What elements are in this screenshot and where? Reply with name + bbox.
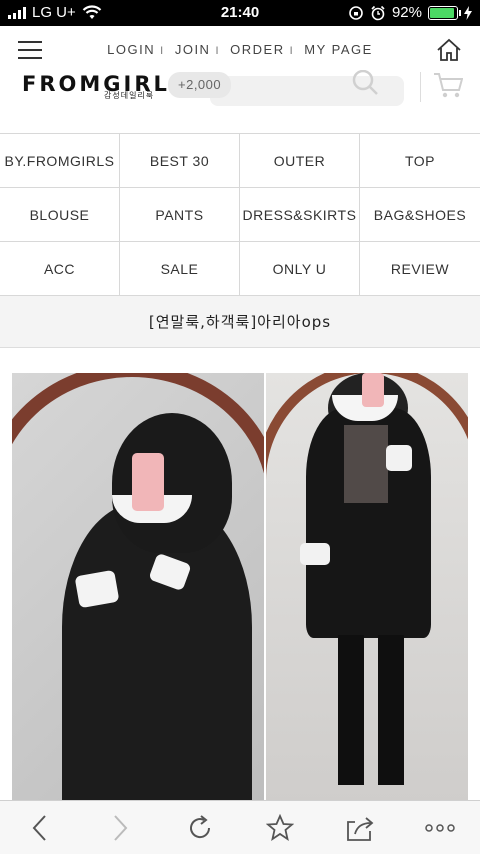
brand-tagline: 감성데일리룩 bbox=[104, 91, 155, 100]
category-blouse[interactable]: BLOUSE bbox=[0, 188, 120, 241]
category-review[interactable]: REVIEW bbox=[360, 242, 480, 295]
alarm-icon bbox=[371, 5, 385, 20]
category-dress-skirts[interactable]: DRESS&SKIRTS bbox=[240, 188, 360, 241]
browser-toolbar bbox=[0, 800, 480, 854]
product-image[interactable] bbox=[12, 373, 468, 803]
battery-percent: 92% bbox=[391, 4, 422, 21]
category-bag-shoes[interactable]: BAG&SHOES bbox=[360, 188, 480, 241]
top-nav: LOGIN I JOIN I ORDER I MY PAGE bbox=[0, 26, 480, 76]
product-photo-left bbox=[12, 373, 264, 803]
points-badge: +2,000 bbox=[168, 72, 232, 98]
product-title: [연말룩,하객룩]아리아ops bbox=[148, 313, 332, 331]
category-top[interactable]: TOP bbox=[360, 134, 480, 187]
home-icon[interactable] bbox=[436, 38, 462, 62]
category-row: ACC SALE ONLY U REVIEW bbox=[0, 242, 480, 296]
bookmark-star-icon[interactable] bbox=[260, 808, 300, 848]
category-sale[interactable]: SALE bbox=[120, 242, 240, 295]
divider bbox=[420, 72, 421, 102]
forward-icon[interactable] bbox=[100, 808, 140, 848]
orientation-lock-icon bbox=[349, 5, 363, 20]
category-by-fromgirls[interactable]: BY.FROMGIRLS bbox=[0, 134, 120, 187]
category-best-30[interactable]: BEST 30 bbox=[120, 134, 240, 187]
back-icon[interactable] bbox=[20, 808, 60, 848]
category-only-u[interactable]: ONLY U bbox=[240, 242, 360, 295]
category-acc[interactable]: ACC bbox=[0, 242, 120, 295]
category-row: BY.FROMGIRLS BEST 30 OUTER TOP bbox=[0, 134, 480, 188]
brand-bar: FROMGIRLS 감성데일리룩 +2,000 bbox=[0, 70, 480, 132]
account-links: LOGIN I JOIN I ORDER I MY PAGE bbox=[0, 42, 480, 57]
more-icon[interactable] bbox=[420, 808, 460, 848]
battery-icon bbox=[428, 5, 461, 20]
join-link[interactable]: JOIN bbox=[170, 42, 216, 57]
order-link[interactable]: ORDER bbox=[225, 42, 289, 57]
status-right: 92% bbox=[348, 4, 472, 21]
product-photo-right bbox=[266, 373, 468, 803]
share-icon[interactable] bbox=[340, 808, 380, 848]
login-link[interactable]: LOGIN bbox=[102, 42, 160, 57]
charging-icon bbox=[464, 5, 472, 20]
reload-icon[interactable] bbox=[180, 808, 220, 848]
status-bar: LG U+ 21:40 92% bbox=[0, 0, 480, 26]
category-grid: BY.FROMGIRLS BEST 30 OUTER TOP BLOUSE PA… bbox=[0, 133, 480, 296]
category-outer[interactable]: OUTER bbox=[240, 134, 360, 187]
category-row: BLOUSE PANTS DRESS&SKIRTS BAG&SHOES bbox=[0, 188, 480, 242]
category-pants[interactable]: PANTS bbox=[120, 188, 240, 241]
product-title-bar: [연말룩,하객룩]아리아ops bbox=[0, 296, 480, 348]
search-icon[interactable] bbox=[351, 70, 379, 96]
cart-icon[interactable] bbox=[433, 70, 463, 100]
my-page-link[interactable]: MY PAGE bbox=[299, 42, 378, 57]
